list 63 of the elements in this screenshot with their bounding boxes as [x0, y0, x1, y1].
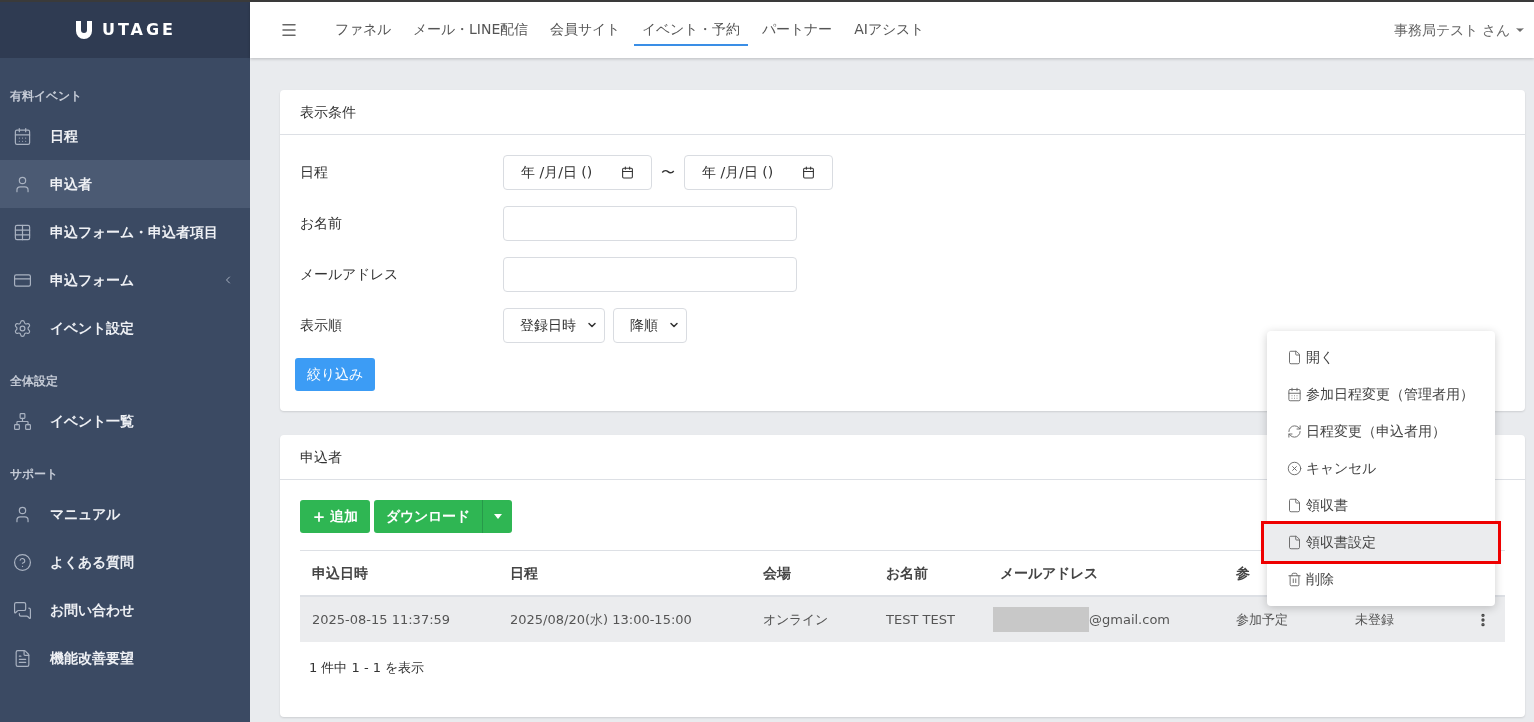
field-label: 日程	[300, 162, 329, 182]
nav-tab[interactable]: パートナー	[754, 14, 841, 46]
field-label: メールアドレス	[300, 264, 399, 284]
nav-tab[interactable]: メール・LINE配信	[405, 14, 537, 46]
sidebar-item[interactable]: イベント設定	[0, 304, 250, 352]
date-field[interactable]: 年 /月/日 ()	[503, 154, 652, 190]
sidebar-item[interactable]: 申込者	[0, 160, 250, 208]
menu-item[interactable]: 削除	[1267, 561, 1495, 598]
sidebar-item[interactable]: マニュアル	[0, 490, 250, 538]
range-separator: 〜	[661, 162, 675, 182]
sidebar-label: イベント設定	[50, 318, 135, 338]
sidebar-label: イベント一覧	[50, 411, 135, 431]
table-cell-text: オンライン	[763, 610, 828, 629]
section-heading: サポート	[9, 466, 59, 483]
menu-item[interactable]: 領収書設定	[1264, 524, 1498, 561]
sidebar-item[interactable]: イベント一覧	[0, 397, 250, 445]
menu-item[interactable]: キャンセル	[1267, 450, 1495, 487]
sidebar-item[interactable]: 申込フォーム・申込者項目	[0, 208, 250, 256]
logo-text: UTAGE	[101, 19, 177, 41]
table-cell-text: 未登録	[1355, 610, 1394, 629]
sidebar-label: お問い合わせ	[50, 600, 135, 620]
field-label: 表示順	[300, 315, 343, 335]
sidebar-item[interactable]: 機能改善要望	[0, 634, 250, 682]
column-header: 会場	[763, 563, 791, 583]
sidebar-label: 申込フォーム・申込者項目	[50, 222, 219, 242]
sidebar-label: 申込者	[50, 174, 93, 194]
card-title: 表示条件	[300, 102, 356, 122]
sidebar-item[interactable]: お問い合わせ	[0, 586, 250, 634]
section-heading: 全体設定	[9, 373, 59, 390]
sidebar-item[interactable]: 申込フォーム	[0, 256, 250, 304]
menu-item[interactable]: 日程変更（申込者用）	[1267, 413, 1495, 450]
section-heading: 有料イベント	[9, 88, 83, 105]
sort-select[interactable]: 登録日時	[503, 307, 605, 343]
sidebar-label: 日程	[50, 126, 79, 146]
sidebar-item[interactable]: よくある質問	[0, 538, 250, 586]
column-header: メールアドレス	[1000, 563, 1098, 583]
date-field[interactable]: 年 /月/日 ()	[684, 154, 833, 190]
card-title: 申込者	[300, 447, 342, 467]
sidebar-label: よくある質問	[50, 552, 135, 572]
table-cell-text: 2025/08/20(水) 13:00-15:00	[510, 610, 692, 629]
column-header: お名前	[886, 563, 928, 583]
nav-tab[interactable]: ファネル	[327, 14, 399, 46]
sidebar-label: マニュアル	[50, 504, 121, 524]
sidebar-label: 機能改善要望	[50, 648, 135, 668]
table-cell-text: 参加予定	[1236, 610, 1288, 629]
menu-item[interactable]: 領収書	[1267, 487, 1495, 524]
sidebar-label: 申込フォーム	[50, 270, 135, 290]
nav-tab[interactable]: イベント・予約	[634, 14, 749, 46]
user-name[interactable]: 事務局テスト さん	[1393, 19, 1510, 41]
nav-tab[interactable]: 会員サイト	[542, 14, 629, 46]
result-summary: 1 件中 1 - 1 を表示	[308, 659, 426, 677]
sidebar-item[interactable]: 日程	[0, 112, 250, 160]
menu-item[interactable]: 参加日程変更（管理者用）	[1267, 376, 1495, 413]
column-header: 申込日時	[312, 563, 368, 583]
menu-item[interactable]: 開く	[1267, 339, 1495, 376]
field-label: お名前	[300, 213, 343, 233]
nav-tab[interactable]: AIアシスト	[846, 14, 932, 46]
column-header: 参	[1236, 563, 1250, 583]
table-cell-text: @gmail.com	[1089, 610, 1170, 629]
table-cell-text: TEST TEST	[886, 610, 955, 629]
table-cell-text: 2025-08-15 11:37:59	[312, 610, 451, 629]
column-header: 日程	[510, 563, 538, 583]
order-select[interactable]: 降順	[613, 307, 687, 343]
